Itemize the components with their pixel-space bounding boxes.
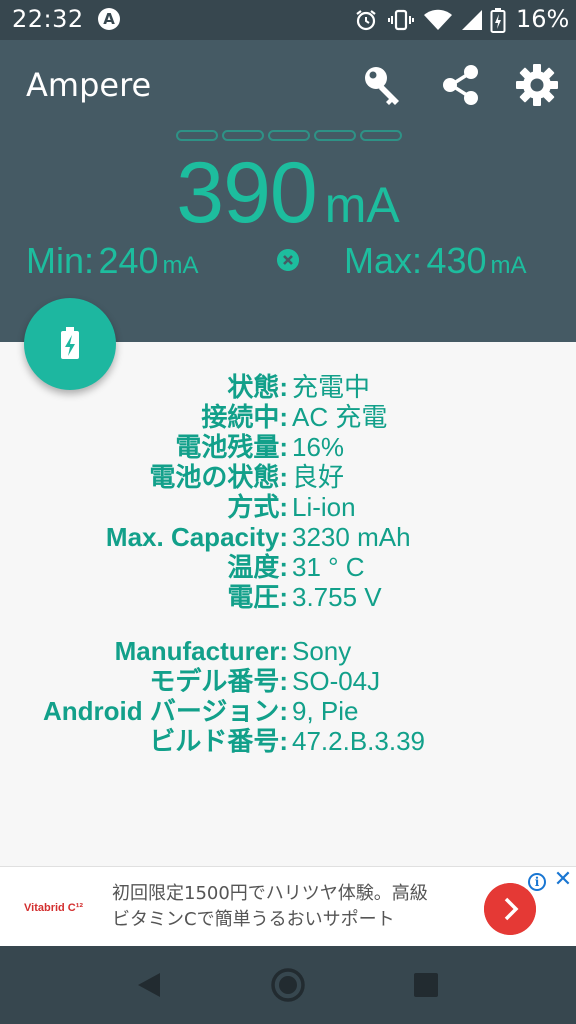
info-key: 電圧:	[227, 582, 288, 612]
ad-line-1: 初回限定1500円でハリツヤ体験。高級	[112, 883, 428, 904]
ad-brand-logo: Vitabrid C¹²	[24, 902, 84, 914]
device-row: モデル番号: SO-04J	[0, 666, 576, 696]
info-row: 温度: 31 ° C	[0, 552, 576, 582]
device-value: Sony	[292, 636, 352, 666]
meter-segment	[268, 130, 310, 141]
status-battery-percent: 16%	[516, 5, 570, 33]
min-value: 240	[98, 240, 159, 281]
info-value: 3230 mAh	[292, 522, 411, 552]
back-icon[interactable]	[134, 970, 164, 1000]
app-title: Ampere	[26, 66, 152, 104]
ad-open-button[interactable]	[484, 883, 536, 935]
battery-info-list: 状態: 充電中 接続中: AC 充電 電池残量: 16% 電池の状態: 良好 方式: Li…	[0, 372, 576, 756]
info-value: 良好	[292, 462, 345, 492]
info-key: 温度:	[227, 552, 288, 582]
device-row: Android バージョン: 9, Pie	[0, 696, 576, 726]
info-key: 方式:	[227, 492, 288, 522]
meter-segment	[222, 130, 264, 141]
max-unit: mA	[490, 252, 527, 279]
key-icon[interactable]	[360, 62, 406, 108]
info-row: 電圧: 3.755 V	[0, 582, 576, 612]
meter-segment	[360, 130, 402, 141]
meter-segment	[314, 130, 356, 141]
share-icon[interactable]	[438, 62, 484, 108]
ad-copy: 初回限定1500円でハリツヤ体験。高級 ビタミンCで簡単うるおいサポート	[112, 881, 462, 933]
wifi-icon	[424, 9, 452, 30]
ad-info-icon[interactable]: i	[528, 873, 546, 891]
device-key: Android バージョン:	[42, 696, 288, 726]
recents-icon[interactable]	[412, 971, 440, 999]
reset-minmax-icon[interactable]	[277, 249, 299, 271]
device-key: ビルド番号:	[149, 726, 288, 756]
info-value: Li-ion	[292, 492, 356, 522]
device-key: モデル番号:	[149, 666, 288, 696]
meter-segment	[176, 130, 218, 141]
max-label: Max:	[344, 240, 423, 281]
info-value: AC 充電	[292, 402, 388, 432]
notification-badge-icon: A	[98, 8, 120, 30]
info-row: 状態: 充電中	[0, 372, 576, 402]
battery-icon	[490, 8, 506, 33]
info-value: 充電中	[292, 372, 371, 402]
system-nav-bar	[0, 946, 576, 1024]
device-value: 9, Pie	[292, 696, 359, 726]
info-row: 接続中: AC 充電	[0, 402, 576, 432]
current-reading: 390 mA	[0, 144, 576, 243]
device-key: Manufacturer:	[114, 636, 288, 666]
ad-line-2: ビタミンCで簡単うるおいサポート	[112, 909, 395, 930]
info-key: 電池の状態:	[149, 462, 288, 492]
ad-banner[interactable]: Vitabrid C¹² 初回限定1500円でハリツヤ体験。高級 ビタミンCで簡…	[0, 866, 576, 946]
info-key: 接続中:	[201, 402, 288, 432]
vibrate-icon	[388, 9, 414, 31]
info-value: 16%	[292, 432, 345, 462]
max-reading: Max: 430 mA	[344, 240, 527, 282]
min-label: Min:	[26, 240, 95, 281]
info-row: Max. Capacity: 3230 mAh	[0, 522, 576, 552]
alarm-icon	[356, 10, 376, 31]
settings-icon[interactable]	[514, 62, 560, 108]
device-value: 47.2.B.3.39	[292, 726, 425, 756]
home-icon[interactable]	[270, 967, 306, 1003]
info-key: 電池残量:	[175, 432, 288, 462]
min-reading: Min: 240 mA	[26, 240, 199, 282]
cell-signal-icon	[462, 10, 482, 30]
ad-close-icon[interactable]: ✕	[552, 869, 574, 891]
max-value: 430	[426, 240, 487, 281]
current-value: 390	[176, 145, 317, 241]
current-unit: mA	[324, 177, 400, 233]
status-bar: 22:32 A 16%	[0, 0, 576, 40]
info-value: 31 ° C	[292, 552, 365, 582]
device-row: ビルド番号: 47.2.B.3.39	[0, 726, 576, 756]
info-value: 3.755 V	[292, 582, 382, 612]
status-time: 22:32	[12, 5, 84, 33]
app-header: Ampere 390 mA Min: 240 mA Max: 430 mA	[0, 40, 576, 342]
info-row: 電池の状態: 良好	[0, 462, 576, 492]
device-value: SO-04J	[292, 666, 381, 696]
info-key: 状態:	[227, 372, 288, 402]
info-row: 方式: Li-ion	[0, 492, 576, 522]
info-row: 電池残量: 16%	[0, 432, 576, 462]
min-unit: mA	[162, 252, 199, 279]
device-row: Manufacturer: Sony	[0, 636, 576, 666]
info-key: Max. Capacity:	[105, 522, 288, 552]
